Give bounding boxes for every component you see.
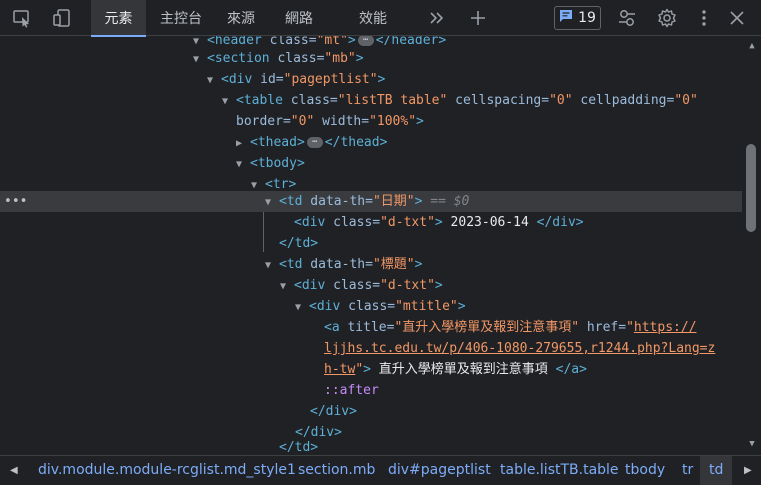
href-link[interactable]: ljjhs.tc.edu.tw/p/406-1080-279655,r1244.…: [324, 341, 715, 356]
breadcrumb-item[interactable]: div.module.module-rcglist.md_style1: [38, 456, 296, 485]
dom-node-div-pageptlist[interactable]: ▼ <div id="pageptlist">: [207, 69, 385, 90]
issues-badge[interactable]: 19: [554, 6, 601, 30]
collapse-triangle-icon[interactable]: ▼: [207, 70, 221, 91]
row-options-icon[interactable]: •••: [4, 191, 27, 212]
dom-node-a-cont-2: h-tw"> 直升入學榜單及報到注意事項 </a>: [324, 362, 587, 377]
dom-node-table[interactable]: ▼ <table class="listTB table" cellspacing…: [222, 90, 698, 111]
scrollbar-thumb[interactable]: [746, 144, 756, 232]
dom-node-thead[interactable]: ▶ <thead> ⋯ </thead>: [236, 132, 387, 153]
tab-console[interactable]: 主控台: [152, 0, 210, 36]
scroll-right-icon[interactable]: ▶: [744, 456, 752, 485]
collapse-triangle-icon[interactable]: ▼: [295, 297, 309, 318]
plus-icon[interactable]: [466, 0, 490, 36]
indent-guide: [263, 212, 264, 252]
breadcrumb-item[interactable]: div#pageptlist: [388, 456, 491, 485]
message-icon: [559, 9, 573, 27]
customize-icon[interactable]: [614, 0, 640, 36]
close-icon[interactable]: [724, 0, 750, 36]
dom-node-td-date[interactable]: ▼ <td data-th="日期"> == $0: [265, 191, 469, 212]
collapse-triangle-icon[interactable]: ▼: [251, 175, 265, 196]
scroll-left-icon[interactable]: ◀: [10, 456, 18, 485]
dom-node-div-close[interactable]: </div>: [310, 401, 357, 422]
tab-sources[interactable]: 來源: [216, 0, 266, 36]
gear-icon[interactable]: [654, 0, 680, 36]
dom-node-div-mtitle[interactable]: ▼ <div class="mtitle">: [295, 296, 466, 317]
dom-node-td-title[interactable]: ▼ <td data-th="標題">: [265, 254, 422, 275]
tab-elements[interactable]: 元素: [91, 0, 146, 37]
collapse-triangle-icon[interactable]: ▼: [222, 91, 236, 112]
ellipsis-icon[interactable]: ⋯: [306, 137, 323, 148]
breadcrumb-item-current[interactable]: td: [700, 456, 733, 485]
devtools-toolbar: 元素 主控台 來源 網路 效能 19: [0, 0, 761, 37]
dom-node-div-dtxt-2[interactable]: ▼ <div class="d-txt">: [280, 275, 443, 296]
scroll-down-arrow-icon[interactable]: ▼: [745, 437, 759, 451]
expand-triangle-icon[interactable]: ▶: [236, 133, 250, 154]
breadcrumb-item[interactable]: tr: [682, 456, 693, 485]
dom-node-td-close-2[interactable]: </td>: [279, 437, 318, 455]
collapse-triangle-icon[interactable]: ▼: [265, 192, 279, 213]
dom-node-div-dtxt[interactable]: <div class="d-txt"> 2023-06-14 </div>: [294, 212, 584, 233]
collapse-triangle-icon[interactable]: ▼: [193, 49, 207, 70]
chevrons-right-icon[interactable]: [425, 0, 449, 36]
dom-node-td-close[interactable]: </td>: [279, 233, 318, 254]
breadcrumb-item[interactable]: table.listTB.table: [500, 456, 619, 485]
dom-node-tbody[interactable]: ▼ <tbody>: [236, 153, 305, 174]
breadcrumb-item[interactable]: section.mb: [298, 456, 375, 485]
inspect-element-icon[interactable]: [8, 0, 36, 36]
collapse-triangle-icon[interactable]: ▼: [265, 255, 279, 276]
dom-node-section[interactable]: ▼ <section class="mb">: [193, 48, 364, 69]
tab-network[interactable]: 網路: [274, 0, 324, 36]
issues-count: 19: [578, 10, 596, 26]
kebab-menu-icon[interactable]: [694, 0, 714, 36]
breadcrumb-item[interactable]: tbody: [625, 456, 665, 485]
tab-performance[interactable]: 效能: [348, 0, 398, 36]
collapse-triangle-icon[interactable]: ▼: [236, 154, 250, 175]
scroll-up-arrow-icon[interactable]: ▲: [745, 39, 759, 53]
ellipsis-icon[interactable]: ⋯: [357, 36, 374, 46]
dom-node-a[interactable]: <a title="直升入學榜單及報到注意事項" href="https://: [324, 317, 697, 338]
collapse-triangle-icon[interactable]: ▼: [280, 276, 294, 297]
device-toolbar-icon[interactable]: [48, 0, 76, 36]
dom-node-table-cont: border="0" width="100%">: [236, 114, 424, 129]
href-link[interactable]: https://: [634, 320, 697, 335]
href-link[interactable]: h-tw: [324, 362, 355, 377]
dom-node-pseudo-after[interactable]: ::after: [324, 380, 379, 401]
dom-node-a-cont: ljjhs.tc.edu.tw/p/406-1080-279655,r1244.…: [324, 338, 715, 359]
elements-tree: ▼ <header class="mt"> ⋯ </header> ▼ <section…: [0, 36, 745, 455]
breadcrumb: ◀ div.module.module-rcglist.md_style1 se…: [0, 455, 761, 485]
